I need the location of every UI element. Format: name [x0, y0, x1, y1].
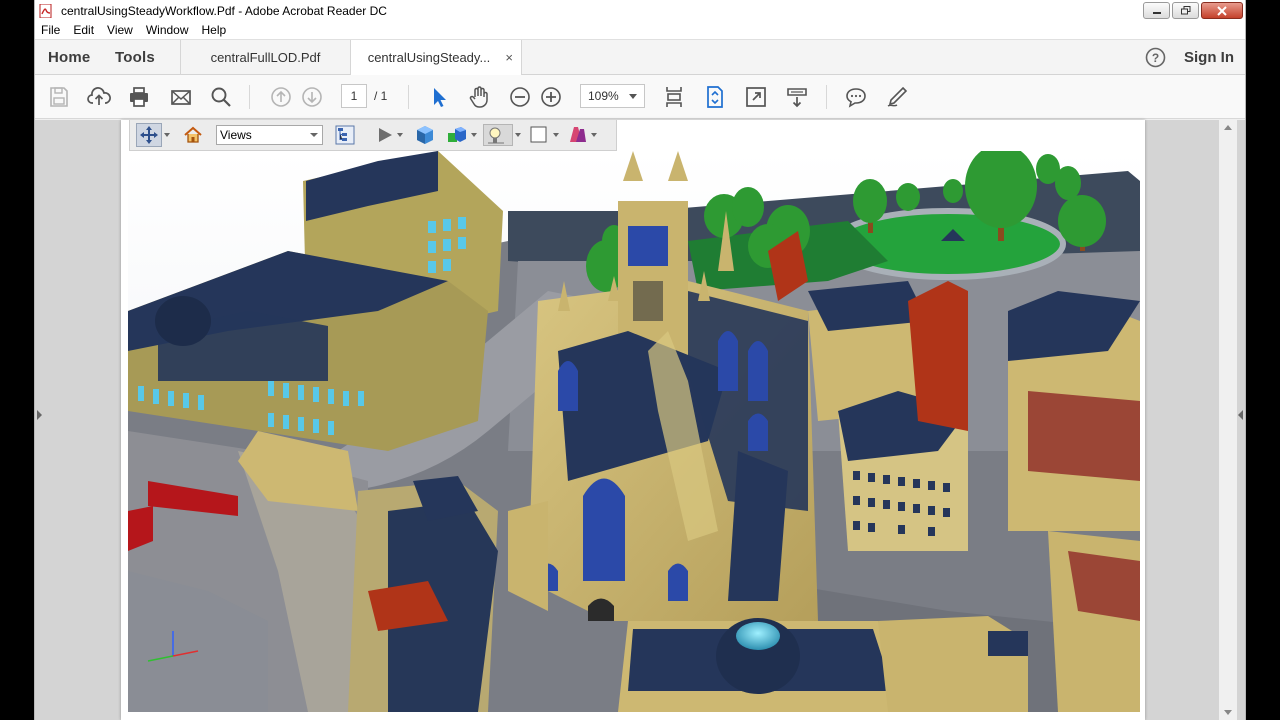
menu-edit[interactable]: Edit: [67, 23, 101, 37]
previous-page-icon[interactable]: [269, 85, 293, 109]
document-tab-fulllod[interactable]: centralFullLOD.Pdf: [180, 40, 350, 75]
document-area: Views: [35, 120, 1245, 720]
minimize-button[interactable]: [1143, 2, 1170, 19]
document-tab-active[interactable]: centralUsingSteady... ×: [350, 40, 522, 76]
restore-icon: [1180, 6, 1190, 15]
scroll-down-icon[interactable]: [1224, 710, 1232, 715]
menu-file[interactable]: File: [35, 23, 67, 37]
close-window-button[interactable]: [1201, 2, 1243, 19]
home-tab[interactable]: Home: [48, 49, 90, 66]
document-tab-label: centralUsingSteady...: [367, 50, 491, 65]
sign-in-link[interactable]: Sign In: [1184, 49, 1234, 66]
menu-help[interactable]: Help: [196, 23, 234, 37]
tools-tab[interactable]: Tools: [115, 49, 155, 66]
window-title: centralUsingSteadyWorkflow.Pdf - Adobe A…: [61, 3, 387, 18]
chevron-down-icon[interactable]: [591, 133, 597, 137]
right-panel-toggle-icon[interactable]: [1238, 410, 1243, 420]
search-icon[interactable]: [209, 85, 233, 109]
zoom-level-select[interactable]: 109%: [580, 84, 645, 108]
zoom-in-icon[interactable]: [539, 85, 563, 109]
background-color-icon[interactable]: [528, 124, 550, 146]
minimize-icon: [1152, 11, 1161, 14]
menu-window[interactable]: Window: [140, 23, 196, 37]
print-icon[interactable]: [127, 85, 151, 109]
menu-bar: File Edit View Window Help: [35, 21, 1245, 40]
pdf-page: Views: [121, 120, 1145, 720]
chevron-down-icon[interactable]: [471, 133, 477, 137]
pen-sign-icon[interactable]: [885, 85, 909, 109]
zoom-level-value: 109%: [588, 89, 619, 103]
help-icon[interactable]: ?: [1145, 47, 1166, 68]
3d-model-viewport[interactable]: [128, 151, 1140, 712]
next-page-icon[interactable]: [300, 85, 324, 109]
chevron-down-icon[interactable]: [553, 133, 559, 137]
hand-tool-icon[interactable]: [467, 85, 491, 109]
projection-cube-icon[interactable]: [414, 124, 436, 146]
page-total: / 1: [374, 89, 388, 103]
main-toolbar: 1 / 1 109%: [35, 75, 1245, 119]
views-select-value: Views: [220, 128, 252, 142]
close-tab-icon[interactable]: ×: [505, 50, 513, 65]
save-icon[interactable]: [47, 85, 71, 109]
play-animation-icon[interactable]: [374, 124, 396, 146]
email-icon[interactable]: [169, 85, 193, 109]
read-mode-icon[interactable]: [785, 85, 809, 109]
scrolling-mode-icon[interactable]: [662, 85, 686, 109]
model-tree-icon[interactable]: [334, 124, 356, 146]
chevron-down-icon[interactable]: [164, 133, 170, 137]
chevron-down-icon[interactable]: [515, 133, 521, 137]
lighting-icon[interactable]: [483, 124, 513, 146]
home-view-icon[interactable]: [182, 124, 204, 146]
chevron-down-icon: [310, 133, 318, 137]
comment-icon[interactable]: [844, 85, 868, 109]
3d-toolbar: Views: [129, 120, 617, 151]
views-select[interactable]: Views: [216, 125, 323, 145]
zoom-out-icon[interactable]: [508, 85, 532, 109]
close-icon: [1217, 5, 1227, 16]
acrobat-window: centralUsingSteadyWorkflow.Pdf - Adobe A…: [34, 0, 1246, 720]
fit-page-icon[interactable]: [703, 85, 727, 109]
chevron-down-icon: [629, 94, 637, 99]
tab-bar: Home Tools centralFullLOD.Pdf centralUsi…: [35, 40, 1245, 76]
render-mode-icon[interactable]: [446, 124, 468, 146]
title-bar: centralUsingSteadyWorkflow.Pdf - Adobe A…: [35, 0, 1245, 21]
full-screen-icon[interactable]: [744, 85, 768, 109]
chevron-down-icon[interactable]: [397, 133, 403, 137]
vertical-scrollbar[interactable]: [1219, 120, 1237, 720]
scroll-up-icon[interactable]: [1224, 125, 1232, 130]
select-cursor-icon[interactable]: [427, 85, 451, 109]
left-panel-toggle-icon[interactable]: [37, 410, 42, 420]
rotate-tool-icon[interactable]: [136, 123, 162, 147]
svg-text:?: ?: [1152, 51, 1159, 65]
page-number-input[interactable]: 1: [341, 84, 367, 108]
cross-section-icon[interactable]: [566, 124, 588, 146]
foreground-building: [618, 616, 1028, 712]
menu-view[interactable]: View: [101, 23, 140, 37]
restore-button[interactable]: [1172, 2, 1199, 19]
upload-cloud-icon[interactable]: [87, 85, 111, 109]
acrobat-icon: [39, 3, 53, 18]
document-tab-label: centralFullLOD.Pdf: [210, 50, 321, 65]
